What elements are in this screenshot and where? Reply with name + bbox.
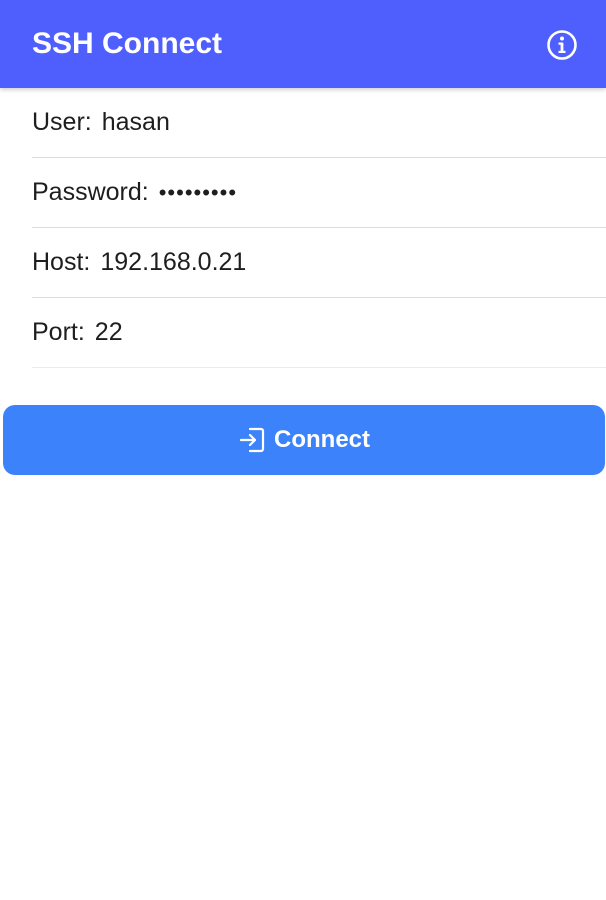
info-icon — [547, 30, 577, 60]
login-icon — [239, 427, 265, 453]
host-label: Host: — [32, 248, 91, 276]
connect-button[interactable]: Connect — [3, 405, 605, 475]
password-input[interactable]: ••••••••• — [159, 180, 606, 206]
password-row: Password: ••••••••• — [32, 158, 606, 228]
app-title: SSH Connect — [32, 27, 223, 60]
ssh-connect-screen: SSH Connect User: Password: ••••••••• Ho… — [0, 0, 606, 900]
password-label: Password: — [32, 178, 149, 206]
port-row: Port: — [32, 298, 606, 368]
port-input[interactable] — [94, 318, 606, 347]
host-input[interactable] — [100, 248, 606, 277]
user-label: User: — [32, 108, 92, 136]
host-row: Host: — [32, 228, 606, 298]
port-label: Port: — [32, 318, 85, 346]
connect-label: Connect — [274, 426, 370, 453]
app-bar: SSH Connect — [0, 0, 606, 88]
info-button[interactable] — [545, 28, 579, 62]
connection-form: User: Password: ••••••••• Host: Port: — [0, 88, 606, 368]
user-input[interactable] — [101, 108, 606, 137]
user-row: User: — [32, 88, 606, 158]
